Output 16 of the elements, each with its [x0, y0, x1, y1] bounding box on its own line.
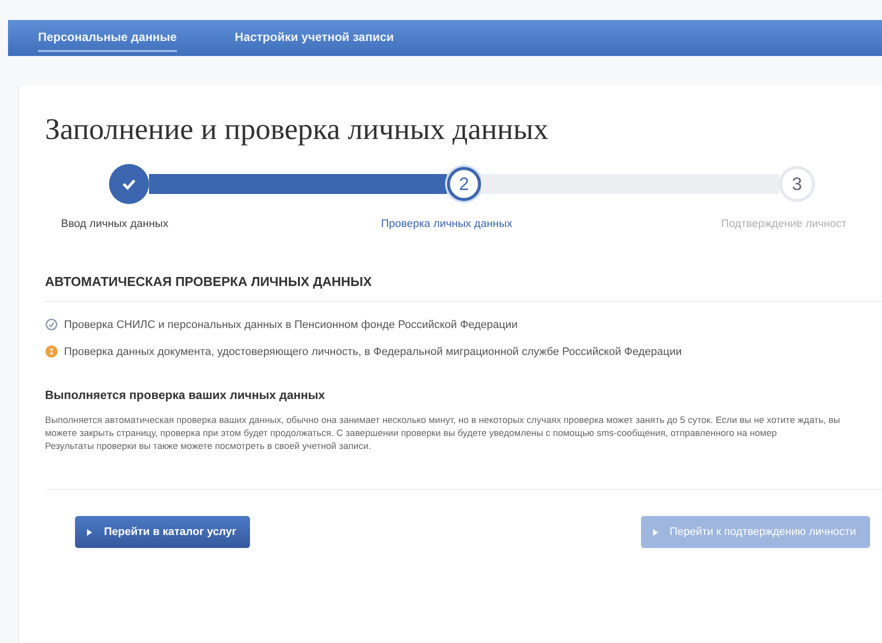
step-label: Проверка личных данных: [381, 218, 514, 230]
notice-title: Выполняется проверка ваших личных данных: [45, 388, 326, 402]
step-number: 2: [447, 167, 481, 201]
step-number: 3: [779, 166, 815, 202]
nav-tab[interactable]: Настройки учетной записи: [234, 24, 394, 52]
page-title: Заполнение и проверка личных данных: [45, 113, 550, 147]
arrow-icon: [87, 528, 92, 536]
check-text: Проверка СНИЛС и персональных данных в Пенсионном фонде Российской Федерации: [64, 318, 518, 330]
nav-tab[interactable]: Персональные данные: [38, 24, 177, 52]
check-text: Проверка данных документа, удостоверяющего личность, в Федеральной миграционной службе Российской Федерации: [64, 346, 682, 358]
section-title: АВТОМАТИЧЕСКАЯ ПРОВЕРКА ЛИЧНЫХ ДАННЫХ: [45, 274, 373, 289]
step-label: Ввод личных данных: [61, 218, 170, 230]
step-label: Подтверждение личност: [721, 218, 847, 230]
nav-button[interactable]: Перейти в каталог услуг: [75, 516, 250, 548]
arrow-icon: [652, 528, 658, 536]
notice-text: Выполняется автоматическая проверка ваших данных, обычно она занимает несколько минут, но в некоторых случаях проверка может занять до 5 суток. Если вы не хотите ждать, вы можете закрыть страницу, проверка при этом будет продолжаться. С завершении проверки вы будете уведомлены с помощью sms-сообщения, отправленного на номер Результаты проверки вы также можете посмотреть в своей учетной записи.: [45, 414, 842, 453]
